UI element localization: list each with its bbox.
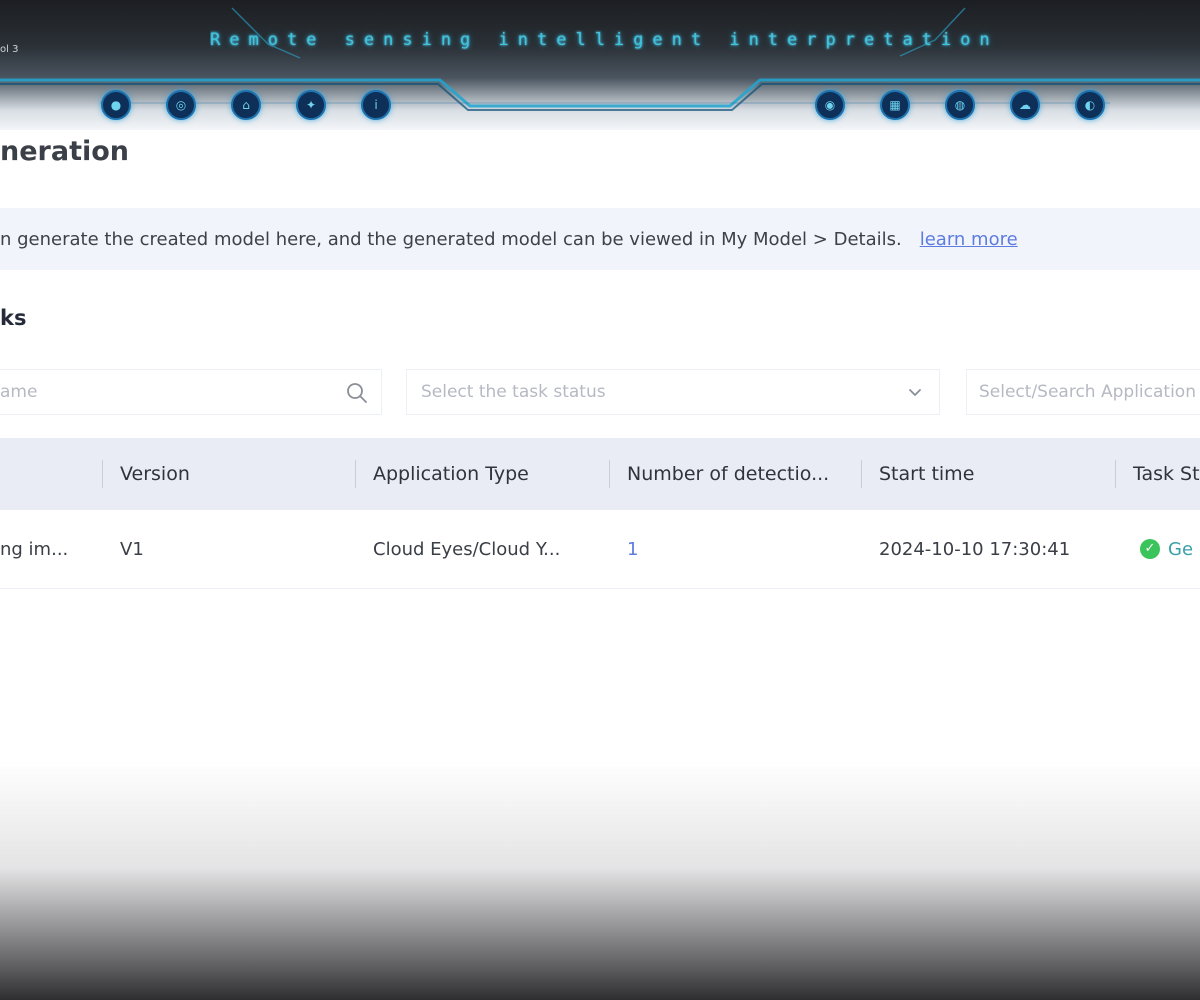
nav-target-icon[interactable]: ◉	[815, 90, 845, 120]
cell-detections-link[interactable]: 1	[627, 510, 855, 588]
info-banner: n generate the created model here, and t…	[0, 208, 1200, 270]
cell-task-name[interactable]: ng im...	[0, 510, 100, 588]
search-icon[interactable]	[345, 381, 369, 405]
column-header-version[interactable]: Version	[120, 438, 350, 510]
learn-more-link[interactable]: learn more	[920, 229, 1018, 250]
column-divider	[102, 460, 103, 488]
header-corner-label: ol 3	[0, 44, 19, 55]
bottom-vignette	[0, 760, 1200, 1000]
nav-layers-icon[interactable]: ◎	[166, 90, 196, 120]
column-header-detections[interactable]: Number of detectio...	[627, 438, 855, 510]
nav-cloud-icon[interactable]: ☁	[1010, 90, 1040, 120]
nav-home-icon[interactable]: ⌂	[231, 90, 261, 120]
column-header-name[interactable]	[0, 438, 100, 510]
nav-settings-icon[interactable]: ✦	[296, 90, 326, 120]
nav-chart-icon[interactable]: ◍	[945, 90, 975, 120]
table-row[interactable]: ng im... V1 Cloud Eyes/Cloud Y... 1 2024…	[0, 510, 1200, 589]
application-search-select[interactable]: Select/Search Application	[966, 369, 1200, 415]
nav-globe-icon[interactable]: ●	[101, 90, 131, 120]
column-header-task-status[interactable]: Task St	[1133, 438, 1200, 510]
system-title: Remote sensing intelligent interpretatio…	[210, 30, 1000, 50]
task-name-placeholder: ame	[0, 382, 38, 402]
table-header: Version Application Type Number of detec…	[0, 438, 1200, 510]
success-check-icon: ✓	[1140, 539, 1160, 559]
column-divider	[355, 460, 356, 488]
column-header-start-time[interactable]: Start time	[879, 438, 1109, 510]
tasks-section-title: ks	[0, 306, 27, 330]
app-header: ol 3 Remote sensing intelligent interpre…	[0, 0, 1200, 130]
task-status-select[interactable]: Select the task status	[406, 369, 940, 415]
cell-application-type: Cloud Eyes/Cloud Y...	[373, 538, 561, 560]
cell-task-status: ✓ Ge	[1140, 510, 1200, 588]
cell-start-time: 2024-10-10 17:30:41	[879, 538, 1071, 560]
column-divider	[861, 460, 862, 488]
status-text: Ge	[1168, 538, 1194, 560]
application-placeholder: Select/Search Application	[979, 382, 1196, 402]
cell-version: V1	[120, 538, 144, 560]
task-name-search-input[interactable]: ame	[0, 369, 382, 415]
column-divider	[609, 460, 610, 488]
column-header-application-type[interactable]: Application Type	[373, 438, 603, 510]
column-divider	[1115, 460, 1116, 488]
nav-grid-icon[interactable]: ▦	[880, 90, 910, 120]
task-status-placeholder: Select the task status	[421, 382, 606, 402]
info-banner-text: n generate the created model here, and t…	[0, 228, 902, 250]
nav-user-icon[interactable]: ◐	[1075, 90, 1105, 120]
chevron-down-icon[interactable]	[905, 383, 925, 403]
nav-info-icon[interactable]: i	[361, 90, 391, 120]
page-title: neration	[0, 136, 130, 167]
